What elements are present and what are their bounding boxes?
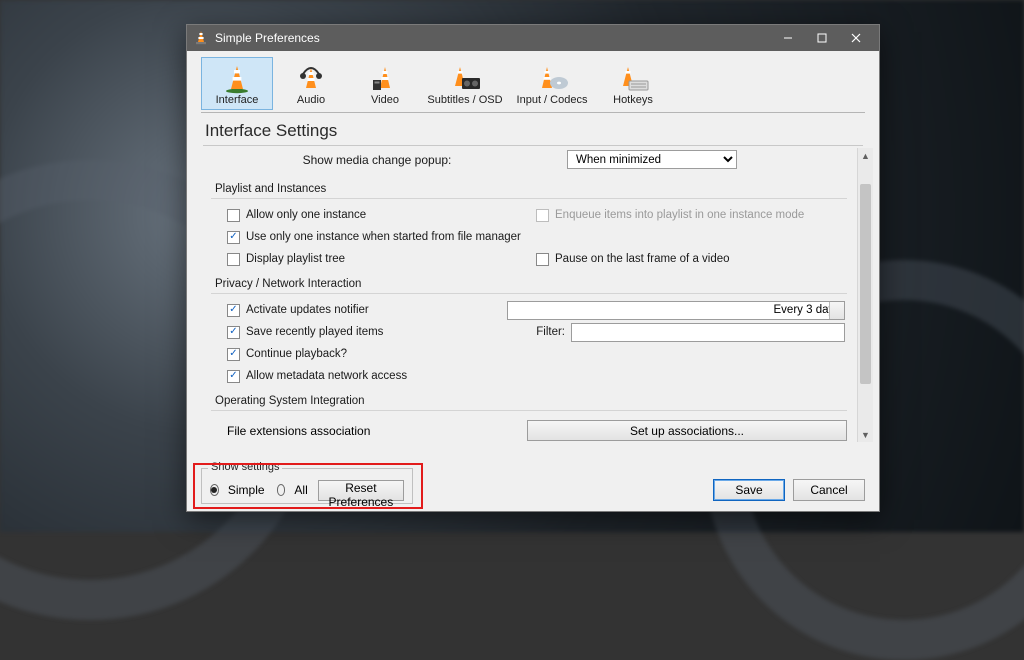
save-recent-checkbox[interactable] <box>227 326 240 339</box>
allow-one-instance-checkbox[interactable] <box>227 209 240 222</box>
updates-interval-spinner[interactable] <box>507 301 845 320</box>
pause-last-frame-label: Pause on the last frame of a video <box>555 253 730 265</box>
scroll-thumb[interactable] <box>860 184 871 384</box>
tab-label: Interface <box>216 94 259 106</box>
allow-one-instance-label: Allow only one instance <box>246 209 366 221</box>
scroll-down-arrow-icon[interactable]: ▼ <box>858 427 873 442</box>
show-settings-fieldset: Show settings Simple All Reset Preferenc… <box>201 468 413 504</box>
settings-scroll-area: Show media change popup: When minimized … <box>201 148 873 442</box>
tab-label: Hotkeys <box>613 94 653 106</box>
scroll-up-arrow-icon[interactable]: ▲ <box>858 148 873 163</box>
dialog-footer: Show settings Simple All Reset Preferenc… <box>187 468 879 511</box>
close-button[interactable] <box>839 25 873 51</box>
cone-headphones-icon <box>296 62 326 94</box>
tab-label: Audio <box>297 94 325 106</box>
heading-underline <box>203 145 863 146</box>
file-assoc-label: File extensions association <box>227 424 527 438</box>
enqueue-one-instance-label: Enqueue items into playlist in one insta… <box>555 209 804 221</box>
continue-playback-label: Continue playback? <box>246 348 347 360</box>
category-toolbar: Interface Audio Video Subtitles / OSD In… <box>187 51 879 112</box>
metadata-network-checkbox[interactable] <box>227 370 240 383</box>
filter-input[interactable] <box>571 323 845 342</box>
settings-simple-label: Simple <box>228 483 265 497</box>
enqueue-one-instance-checkbox <box>536 209 549 222</box>
page-title: Interface Settings <box>187 113 879 145</box>
cancel-button[interactable]: Cancel <box>793 479 865 501</box>
settings-all-label: All <box>294 483 307 497</box>
group-playlist-title: Playlist and Instances <box>215 183 857 195</box>
settings-simple-radio[interactable] <box>210 484 219 496</box>
setup-associations-button[interactable]: Set up associations... <box>527 420 847 441</box>
settings-panel: Show media change popup: When minimized … <box>201 148 857 442</box>
save-button[interactable]: Save <box>713 479 785 501</box>
activate-updates-label: Activate updates notifier <box>246 304 369 316</box>
cone-film-icon <box>370 62 400 94</box>
titlebar[interactable]: Simple Preferences <box>187 25 879 51</box>
save-recent-label: Save recently played items <box>246 326 383 338</box>
one-instance-file-manager-label: Use only one instance when started from … <box>246 231 521 243</box>
maximize-button[interactable] <box>805 25 839 51</box>
tab-label: Subtitles / OSD <box>427 94 502 106</box>
window-title: Simple Preferences <box>215 31 771 45</box>
vlc-app-icon <box>193 30 209 46</box>
tab-subtitles[interactable]: Subtitles / OSD <box>423 57 507 110</box>
display-playlist-tree-label: Display playlist tree <box>246 253 345 265</box>
minimize-button[interactable] <box>771 25 805 51</box>
settings-all-radio[interactable] <box>277 484 286 496</box>
activate-updates-checkbox[interactable] <box>227 304 240 317</box>
cone-keyboard-icon <box>616 62 650 94</box>
reset-preferences-button[interactable]: Reset Preferences <box>318 480 404 501</box>
preferences-window: Simple Preferences Interface Audio Video… <box>186 24 880 512</box>
show-settings-legend: Show settings <box>208 461 282 473</box>
cone-icon <box>222 62 252 94</box>
tab-label: Video <box>371 94 399 106</box>
filter-label: Filter: <box>507 326 565 338</box>
cone-boombox-icon <box>448 62 482 94</box>
one-instance-file-manager-checkbox[interactable] <box>227 231 240 244</box>
pause-last-frame-checkbox[interactable] <box>536 253 549 266</box>
tab-interface[interactable]: Interface <box>201 57 273 110</box>
tab-label: Input / Codecs <box>517 94 588 106</box>
media-popup-select[interactable]: When minimized <box>567 150 737 169</box>
continue-playback-checkbox[interactable] <box>227 348 240 361</box>
tab-audio[interactable]: Audio <box>275 57 347 110</box>
tab-input-codecs[interactable]: Input / Codecs <box>509 57 595 110</box>
tab-hotkeys[interactable]: Hotkeys <box>597 57 669 110</box>
display-playlist-tree-checkbox[interactable] <box>227 253 240 266</box>
tab-video[interactable]: Video <box>349 57 421 110</box>
group-os-title: Operating System Integration <box>215 395 857 407</box>
media-popup-label: Show media change popup: <box>227 153 527 167</box>
cone-disc-icon <box>535 62 569 94</box>
group-privacy-title: Privacy / Network Interaction <box>215 278 857 290</box>
metadata-network-label: Allow metadata network access <box>246 370 407 382</box>
vertical-scrollbar[interactable]: ▲ ▼ <box>857 148 873 442</box>
